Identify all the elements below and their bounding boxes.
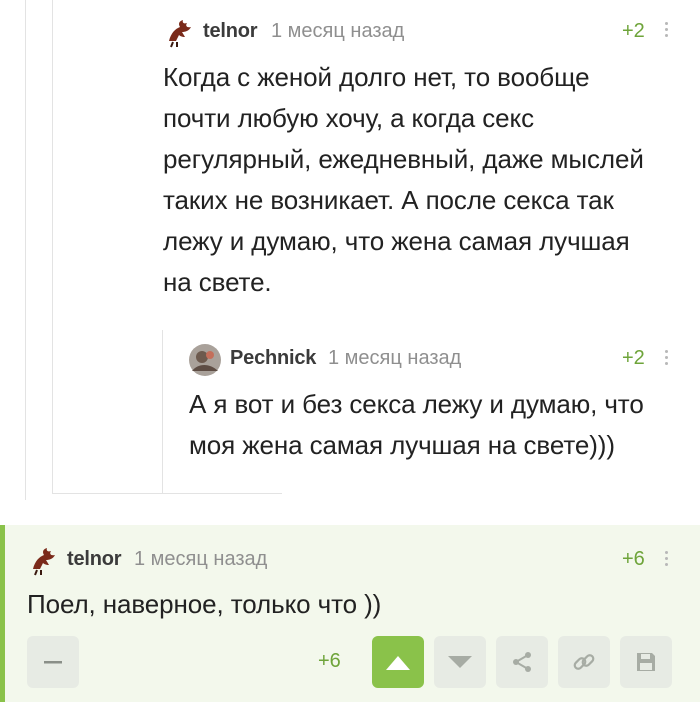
comment-author[interactable]: Pechnick [230, 347, 316, 370]
comment-rating: +2 [622, 347, 645, 369]
photo-avatar-icon[interactable] [188, 343, 222, 377]
arrow-down-icon [448, 656, 472, 668]
comment-rating-total: +6 [318, 650, 341, 672]
more-menu-icon[interactable] [665, 22, 669, 40]
more-menu-icon[interactable] [665, 551, 669, 569]
highlight-indicator [0, 525, 5, 702]
link-icon [573, 654, 595, 670]
dragon-avatar-icon[interactable] [27, 543, 61, 577]
more-menu-icon[interactable] [665, 350, 669, 368]
link-button[interactable] [558, 636, 610, 688]
thread-divider [52, 493, 282, 494]
thread-line [162, 330, 163, 494]
collapse-button[interactable] [27, 636, 79, 688]
vote-up-button[interactable] [372, 636, 424, 688]
share-button[interactable] [496, 636, 548, 688]
comment-author[interactable]: telnor [67, 548, 122, 571]
vote-down-button[interactable] [434, 636, 486, 688]
save-icon [637, 653, 655, 671]
comment-text: Поел, наверное, только что )) [27, 589, 382, 619]
share-icon [513, 652, 531, 672]
comment-time[interactable]: 1 месяц назад [328, 347, 461, 370]
comment-time[interactable]: 1 месяц назад [271, 20, 404, 43]
minus-icon [44, 661, 62, 664]
dragon-avatar-icon[interactable] [163, 15, 197, 49]
save-button[interactable] [620, 636, 672, 688]
thread-line [25, 0, 26, 500]
comment-rating: +2 [622, 20, 645, 42]
arrow-up-icon [386, 656, 410, 670]
comment-author[interactable]: telnor [203, 20, 258, 43]
comment-time[interactable]: 1 месяц назад [134, 548, 267, 571]
thread-line [52, 0, 53, 494]
comment-rating: +6 [622, 548, 645, 570]
